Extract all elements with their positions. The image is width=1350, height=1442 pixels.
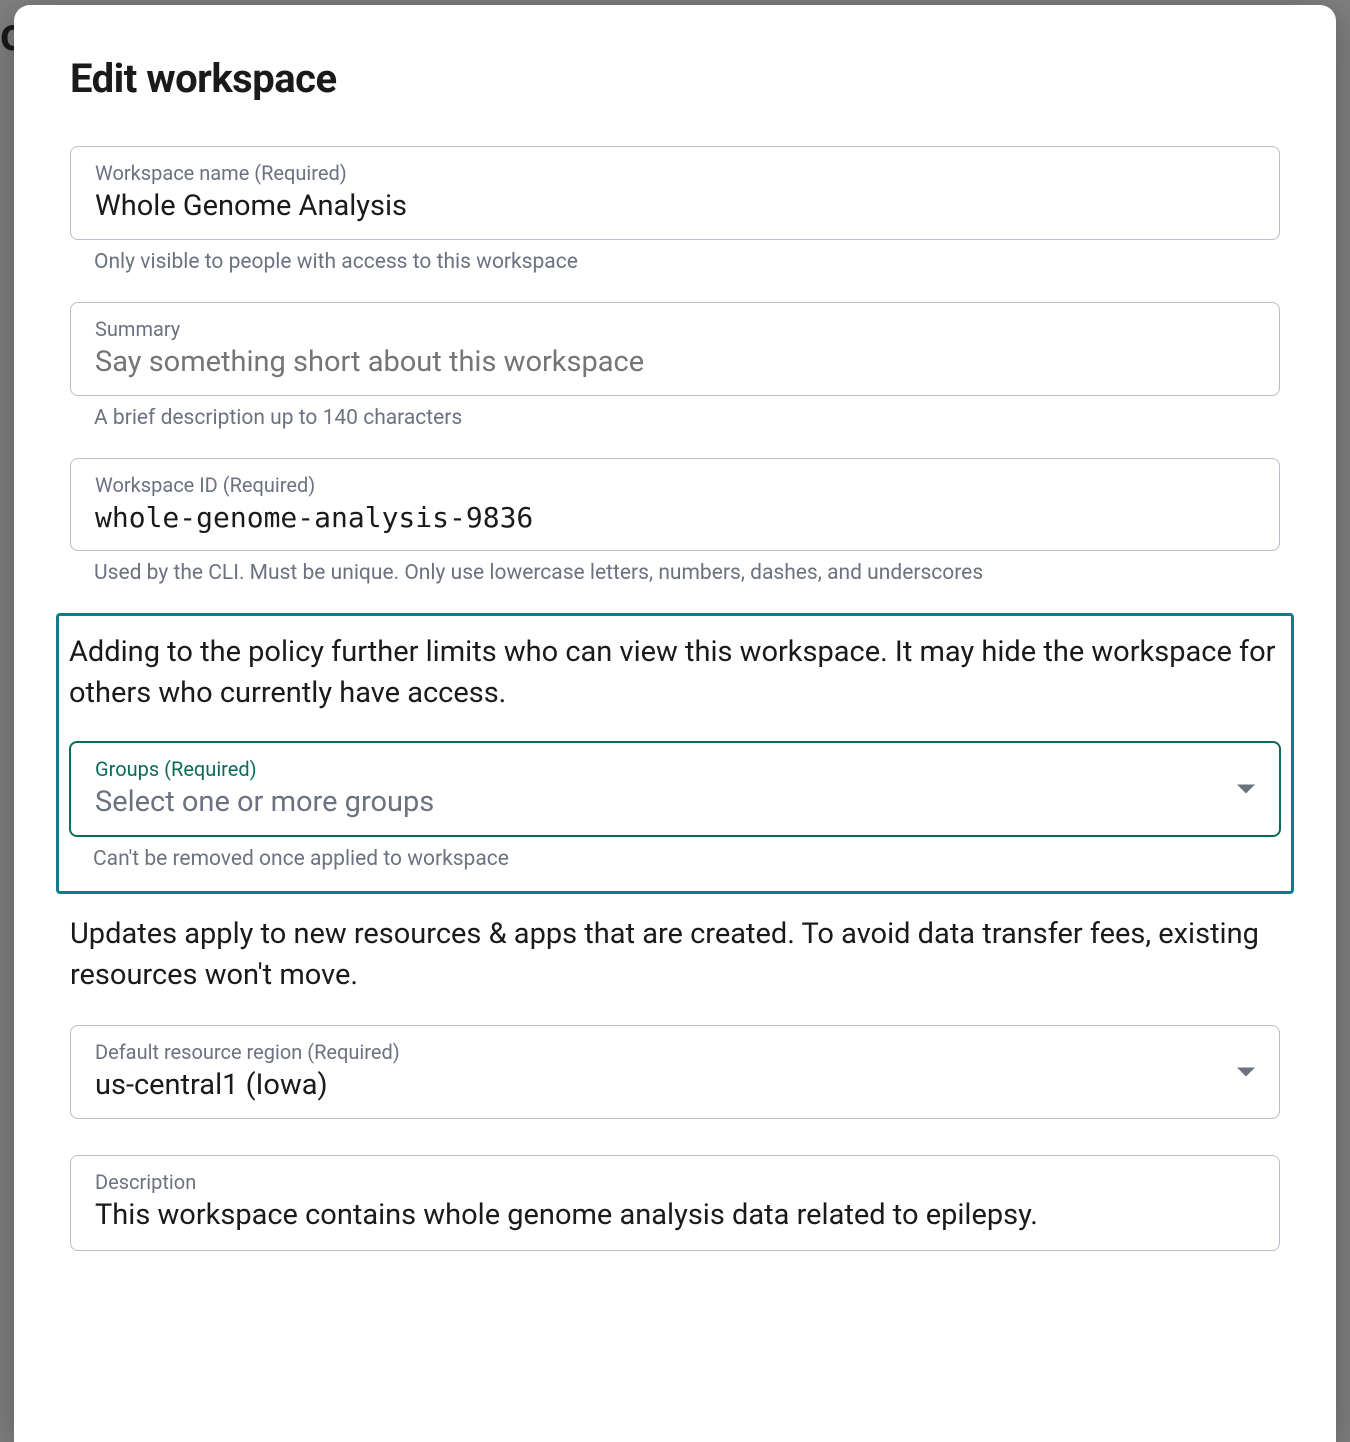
groups-select[interactable]: Groups (Required) Select one or more gro… (69, 741, 1281, 837)
modal-title: Edit workspace (70, 55, 1280, 102)
workspace-id-label: Workspace ID (Required) (95, 473, 1255, 497)
description-label: Description (95, 1170, 1255, 1194)
groups-select-label: Groups (Required) (95, 757, 1255, 781)
summary-helper: A brief description up to 140 characters (94, 406, 1280, 430)
groups-info-text: Adding to the policy further limits who … (69, 632, 1281, 713)
summary-label: Summary (95, 317, 1255, 341)
description-field[interactable]: Description This workspace contains whol… (70, 1155, 1280, 1251)
groups-helper: Can't be removed once applied to workspa… (93, 847, 1281, 871)
edit-workspace-modal: Edit workspace Workspace name (Required)… (14, 5, 1336, 1442)
summary-field[interactable]: Summary (70, 302, 1280, 396)
workspace-name-input[interactable] (95, 189, 1255, 223)
groups-highlight-box: Adding to the policy further limits who … (56, 613, 1294, 894)
region-info-text: Updates apply to new resources & apps th… (70, 914, 1280, 995)
chevron-down-icon (1237, 785, 1255, 794)
workspace-name-helper: Only visible to people with access to th… (94, 250, 1280, 274)
workspace-name-label: Workspace name (Required) (95, 161, 1255, 185)
workspace-name-field[interactable]: Workspace name (Required) (70, 146, 1280, 240)
workspace-id-helper: Used by the CLI. Must be unique. Only us… (94, 561, 1280, 585)
summary-input[interactable] (95, 345, 1255, 379)
region-select-value: us-central1 (Iowa) (95, 1068, 1255, 1102)
workspace-id-field[interactable]: Workspace ID (Required) (70, 458, 1280, 551)
groups-select-placeholder: Select one or more groups (95, 785, 1255, 819)
region-select-label: Default resource region (Required) (95, 1040, 1255, 1064)
chevron-down-icon (1237, 1068, 1255, 1077)
workspace-id-input[interactable] (95, 501, 1255, 534)
description-value[interactable]: This workspace contains whole genome ana… (95, 1198, 1255, 1232)
region-select[interactable]: Default resource region (Required) us-ce… (70, 1025, 1280, 1119)
